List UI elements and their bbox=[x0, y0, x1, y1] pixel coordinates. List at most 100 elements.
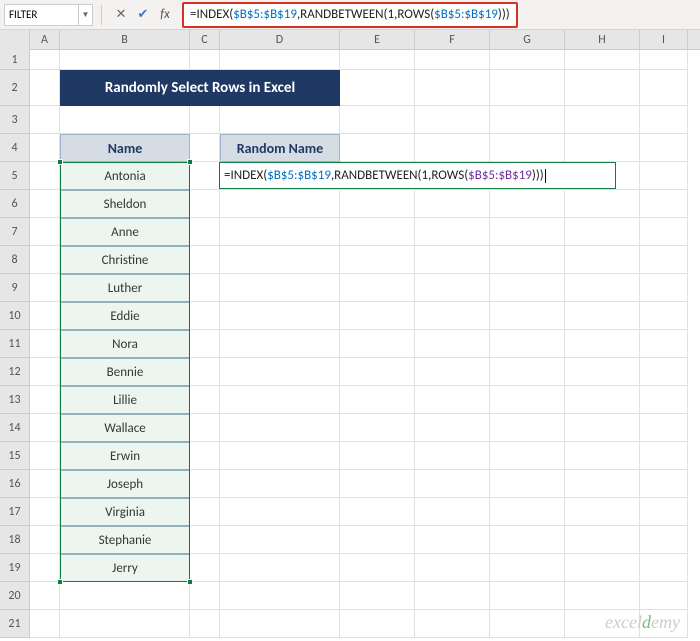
cell[interactable] bbox=[565, 190, 640, 218]
cell[interactable] bbox=[30, 218, 60, 246]
cell[interactable] bbox=[190, 302, 220, 330]
cell[interactable] bbox=[640, 302, 688, 330]
enter-icon[interactable]: ✔ bbox=[132, 4, 154, 26]
cell[interactable] bbox=[190, 106, 220, 134]
name-cell[interactable]: Stephanie bbox=[60, 526, 190, 554]
cell[interactable] bbox=[220, 470, 340, 498]
cell[interactable] bbox=[190, 134, 220, 162]
cell[interactable] bbox=[565, 70, 640, 106]
cell[interactable] bbox=[340, 190, 415, 218]
name-cell[interactable]: Joseph bbox=[60, 470, 190, 498]
cell[interactable] bbox=[640, 414, 688, 442]
row-header[interactable]: 6 bbox=[0, 190, 30, 218]
page-title[interactable]: Randomly Select Rows in Excel bbox=[60, 70, 340, 106]
cell[interactable] bbox=[190, 246, 220, 274]
cell[interactable] bbox=[220, 526, 340, 554]
cell[interactable] bbox=[640, 554, 688, 582]
cell[interactable] bbox=[30, 582, 60, 610]
cell[interactable] bbox=[640, 218, 688, 246]
cell[interactable] bbox=[220, 498, 340, 526]
cell[interactable] bbox=[415, 610, 490, 638]
cell[interactable] bbox=[415, 554, 490, 582]
cell[interactable] bbox=[640, 162, 688, 190]
cell[interactable] bbox=[340, 498, 415, 526]
cell[interactable] bbox=[30, 414, 60, 442]
col-header-F[interactable]: F bbox=[415, 30, 490, 49]
cell[interactable] bbox=[565, 330, 640, 358]
cell[interactable] bbox=[415, 134, 490, 162]
cell[interactable] bbox=[220, 302, 340, 330]
name-cell[interactable]: Eddie bbox=[60, 302, 190, 330]
cell[interactable] bbox=[565, 218, 640, 246]
selection-handle[interactable] bbox=[187, 579, 193, 585]
cell[interactable] bbox=[340, 218, 415, 246]
name-cell[interactable]: Lillie bbox=[60, 386, 190, 414]
cell[interactable] bbox=[340, 134, 415, 162]
cell[interactable] bbox=[190, 190, 220, 218]
cell[interactable] bbox=[415, 246, 490, 274]
name-cell[interactable]: Erwin bbox=[60, 442, 190, 470]
cell[interactable] bbox=[565, 386, 640, 414]
selection-handle[interactable] bbox=[57, 159, 63, 165]
cell[interactable] bbox=[190, 358, 220, 386]
cell[interactable] bbox=[415, 582, 490, 610]
row-header[interactable]: 9 bbox=[0, 274, 30, 302]
cell[interactable] bbox=[30, 302, 60, 330]
col-header-D[interactable]: D bbox=[220, 30, 340, 49]
cell[interactable] bbox=[490, 526, 565, 554]
cell[interactable] bbox=[565, 134, 640, 162]
col-header-A[interactable]: A bbox=[30, 30, 60, 49]
fx-icon[interactable]: fx bbox=[154, 4, 176, 26]
cell[interactable] bbox=[340, 386, 415, 414]
cell[interactable] bbox=[415, 414, 490, 442]
cell[interactable] bbox=[30, 50, 60, 70]
cell[interactable] bbox=[190, 386, 220, 414]
cell[interactable] bbox=[490, 330, 565, 358]
cell[interactable] bbox=[490, 106, 565, 134]
cell[interactable] bbox=[30, 134, 60, 162]
cell[interactable] bbox=[490, 414, 565, 442]
row-header[interactable]: 17 bbox=[0, 498, 30, 526]
cell[interactable] bbox=[415, 526, 490, 554]
cell[interactable] bbox=[640, 582, 688, 610]
cell[interactable] bbox=[30, 358, 60, 386]
cell[interactable] bbox=[640, 246, 688, 274]
cancel-icon[interactable]: ✕ bbox=[110, 4, 132, 26]
col-header-B[interactable]: B bbox=[60, 30, 190, 49]
cell[interactable] bbox=[490, 386, 565, 414]
row-header[interactable]: 10 bbox=[0, 302, 30, 330]
cell[interactable] bbox=[565, 106, 640, 134]
cell[interactable] bbox=[415, 302, 490, 330]
cell[interactable] bbox=[490, 190, 565, 218]
cell[interactable] bbox=[490, 498, 565, 526]
cell[interactable] bbox=[30, 106, 60, 134]
cell[interactable] bbox=[640, 274, 688, 302]
cell[interactable] bbox=[490, 442, 565, 470]
cell[interactable] bbox=[640, 470, 688, 498]
cell[interactable] bbox=[190, 414, 220, 442]
cell[interactable] bbox=[220, 386, 340, 414]
cell[interactable] bbox=[640, 330, 688, 358]
name-box-dropdown[interactable]: ▼ bbox=[79, 4, 93, 26]
cell[interactable] bbox=[490, 70, 565, 106]
cell[interactable] bbox=[220, 358, 340, 386]
cell[interactable] bbox=[340, 50, 415, 70]
cell[interactable] bbox=[30, 498, 60, 526]
cell[interactable] bbox=[640, 358, 688, 386]
cell[interactable] bbox=[565, 358, 640, 386]
cell[interactable] bbox=[415, 358, 490, 386]
col-header-C[interactable]: C bbox=[190, 30, 220, 49]
cell[interactable] bbox=[190, 274, 220, 302]
name-cell[interactable]: Virginia bbox=[60, 498, 190, 526]
row-header[interactable]: 7 bbox=[0, 218, 30, 246]
cell[interactable] bbox=[565, 50, 640, 70]
cell[interactable] bbox=[220, 106, 340, 134]
name-cell[interactable]: Luther bbox=[60, 274, 190, 302]
cell[interactable] bbox=[220, 190, 340, 218]
cell[interactable] bbox=[415, 106, 490, 134]
cell[interactable] bbox=[190, 610, 220, 638]
cell[interactable] bbox=[640, 70, 688, 106]
col-header-I[interactable]: I bbox=[640, 30, 688, 49]
cell[interactable] bbox=[340, 330, 415, 358]
cell[interactable] bbox=[220, 246, 340, 274]
